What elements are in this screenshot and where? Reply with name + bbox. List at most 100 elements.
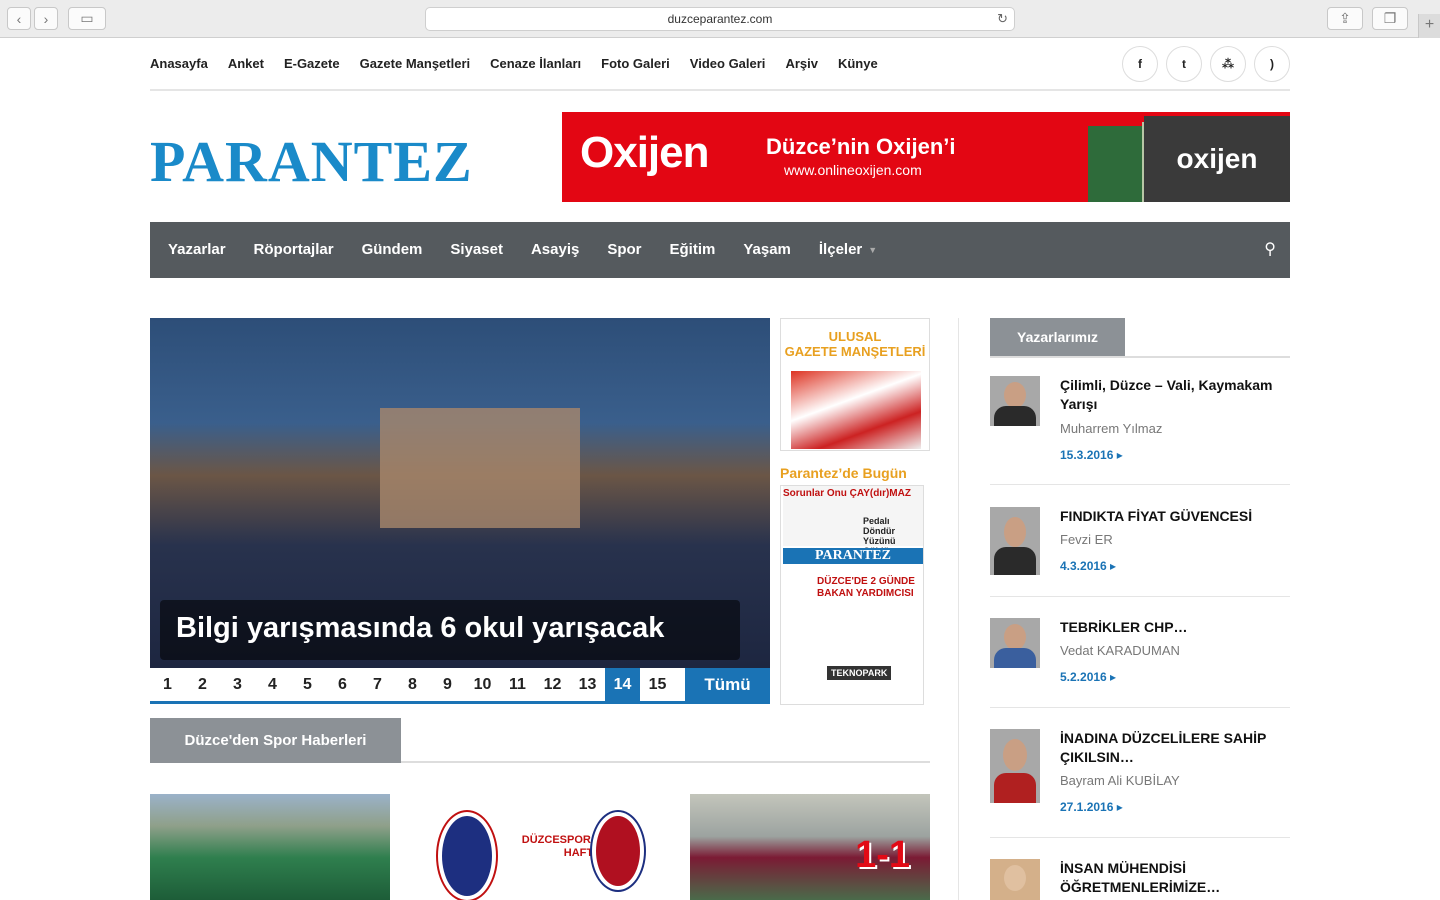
rss-icon[interactable]: ): [1254, 46, 1290, 82]
sidebar-header: Yazarlarımız: [990, 318, 1290, 358]
tabs-icon[interactable]: ❐: [1372, 7, 1408, 30]
pager-item[interactable]: 2: [185, 668, 220, 701]
nav-ilceler-dropdown[interactable]: İlçeler ▼: [819, 241, 877, 258]
author-name: Muharrem Yılmaz: [1060, 421, 1163, 436]
author-name: Bayram Ali KUBİLAY: [1060, 773, 1180, 788]
ad-brand: Oxijen: [580, 128, 709, 177]
chevron-down-icon: ▼: [868, 244, 878, 255]
paper-today-title: Parantez’de Bugün: [780, 465, 907, 481]
author-name: Vedat KARADUMAN: [1060, 643, 1180, 658]
pager-all-button[interactable]: Tümü: [685, 668, 770, 701]
headline-slider[interactable]: Bilgi yarışmasında 6 okul yarışacak: [150, 318, 770, 668]
author-date[interactable]: 27.1.2016 ▸: [1060, 800, 1123, 814]
paper-headline-1: Sorunlar Onu ÇAY(dır)MAZ: [783, 488, 911, 499]
ad-headline: Düzce’nin Oxijen’i: [766, 134, 956, 159]
main-navigation: Yazarlar Röportajlar Gündem Siyaset Asay…: [150, 222, 1290, 278]
url-bar[interactable]: duzceparantez.com ↻: [425, 7, 1015, 31]
slider-pager: 1 2 3 4 5 6 7 8 9 10 11 12 13 14 15 Tümü: [150, 668, 770, 704]
author-article-title[interactable]: FINDIKTA FİYAT GÜVENCESİ: [1060, 507, 1290, 526]
author-article-title[interactable]: İNADINA DÜZCELİLERE SAHİP ÇIKILSIN…: [1060, 729, 1290, 767]
nav-egitim[interactable]: Eğitim: [670, 241, 716, 258]
author-avatar: [990, 859, 1040, 900]
pager-item[interactable]: 6: [325, 668, 360, 701]
topnav-arsiv[interactable]: Arşiv: [785, 56, 818, 71]
forward-icon[interactable]: ›: [34, 7, 58, 30]
pager-item[interactable]: 11: [500, 668, 535, 701]
pager-item[interactable]: 4: [255, 668, 290, 701]
sidebar-toggle-icon[interactable]: ▭: [68, 7, 106, 30]
facebook-icon[interactable]: f: [1122, 46, 1158, 82]
topnav-anket[interactable]: Anket: [228, 56, 264, 71]
topnav-e-gazete[interactable]: E-Gazete: [284, 56, 340, 71]
ad-url: www.onlineoxijen.com: [784, 162, 922, 178]
author-avatar: [990, 729, 1040, 803]
pager-item-active[interactable]: 14: [605, 668, 640, 701]
newspaper-collage: [791, 371, 921, 449]
author-avatar: [990, 618, 1040, 668]
sports-thumb-3[interactable]: 1-1: [690, 794, 930, 900]
pager-item[interactable]: 8: [395, 668, 430, 701]
duzcespor-badge: [438, 812, 496, 900]
new-tab-icon[interactable]: +: [1418, 14, 1440, 38]
pager-item[interactable]: 3: [220, 668, 255, 701]
nav-asayis[interactable]: Asayiş: [531, 241, 579, 258]
paper-logo: PARANTEZ: [783, 548, 923, 564]
pager-item[interactable]: 9: [430, 668, 465, 701]
pager-item[interactable]: 10: [465, 668, 500, 701]
pager-item[interactable]: 1: [150, 668, 185, 701]
sports-thumb-3-score: 1-1: [855, 834, 910, 876]
pager-item[interactable]: 5: [290, 668, 325, 701]
topnav-cenaze-ilanlari[interactable]: Cenaze İlanları: [490, 56, 581, 71]
paper-today-cover[interactable]: Sorunlar Onu ÇAY(dır)MAZ Pedalı Döndür Y…: [780, 485, 924, 705]
author-divider: [990, 837, 1290, 838]
topnav-foto-galeri[interactable]: Foto Galeri: [601, 56, 670, 71]
author-divider: [990, 596, 1290, 597]
author-date[interactable]: 5.2.2016 ▸: [1060, 670, 1116, 684]
pager-item[interactable]: 15: [640, 668, 675, 701]
nav-siyaset[interactable]: Siyaset: [450, 241, 503, 258]
reload-icon[interactable]: ↻: [997, 11, 1008, 27]
pager-item[interactable]: 13: [570, 668, 605, 701]
author-article-title[interactable]: TEBRİKLER CHP…: [1060, 618, 1290, 637]
author-article-title[interactable]: İNSAN MÜHENDİSİ ÖĞRETMENLERİMİZE…: [1060, 859, 1290, 897]
sidebar-title[interactable]: Yazarlarımız: [990, 318, 1125, 356]
author-article-title[interactable]: Çilimli, Düzce – Vali, Kaymakam Yarışı: [1060, 376, 1290, 414]
author-date[interactable]: 4.3.2016 ▸: [1060, 559, 1116, 573]
nav-roportajlar[interactable]: Röportajlar: [254, 241, 334, 258]
gazete-mansetleri-widget[interactable]: ULUSAL GAZETE MANŞETLERİ: [780, 318, 930, 451]
sports-section-title[interactable]: Düzce'den Spor Haberleri: [150, 718, 401, 763]
ad-cover-1: [1088, 126, 1144, 202]
site-logo[interactable]: PARANTEZ: [150, 128, 473, 195]
author-avatar: [990, 507, 1040, 575]
ad-covers: oxijen: [1032, 112, 1290, 202]
pager-item[interactable]: 12: [535, 668, 570, 701]
topnav-kunye[interactable]: Künye: [838, 56, 878, 71]
slider-caption-text: Bilgi yarışmasında 6 okul yarışacak: [176, 612, 665, 644]
author-divider: [990, 707, 1290, 708]
nav-spor[interactable]: Spor: [607, 241, 641, 258]
sports-thumb-2[interactable]: DÜZCESPOR İÇİN ZOR HAFTA: [420, 794, 660, 900]
back-icon[interactable]: ‹: [7, 7, 31, 30]
sports-thumb-1[interactable]: [150, 794, 390, 900]
author-date[interactable]: 15.3.2016 ▸: [1060, 448, 1123, 462]
topnav-video-galeri[interactable]: Video Galeri: [690, 56, 766, 71]
topnav-gazete-mansetleri[interactable]: Gazete Manşetleri: [360, 56, 471, 71]
slider-caption[interactable]: Bilgi yarışmasında 6 okul yarışacak: [160, 600, 740, 660]
slider-image: [380, 408, 580, 528]
nav-gundem[interactable]: Gündem: [362, 241, 423, 258]
pager-item[interactable]: 7: [360, 668, 395, 701]
search-icon[interactable]: ⚲: [1264, 239, 1276, 259]
author-divider: [990, 484, 1290, 485]
top-navigation: Anasayfa Anket E-Gazete Gazete Manşetler…: [150, 38, 1290, 91]
gazete-label-1: ULUSAL: [828, 329, 882, 344]
nav-yazarlar[interactable]: Yazarlar: [168, 241, 226, 258]
silivrispor-badge: [592, 812, 644, 890]
ad-banner[interactable]: Oxijen Düzce’nin Oxijen’i www.onlineoxij…: [562, 112, 1290, 202]
share-icon[interactable]: ⇪: [1327, 7, 1363, 30]
browser-toolbar: ‹ › ▭ duzceparantez.com ↻ ⇪ ❐ +: [0, 0, 1440, 38]
topnav-anasayfa[interactable]: Anasayfa: [150, 56, 208, 71]
nav-yasam[interactable]: Yaşam: [743, 241, 791, 258]
sitemap-icon[interactable]: ⁂: [1210, 46, 1246, 82]
nav-ilceler[interactable]: İlçeler: [819, 241, 862, 258]
twitter-icon[interactable]: t: [1166, 46, 1202, 82]
